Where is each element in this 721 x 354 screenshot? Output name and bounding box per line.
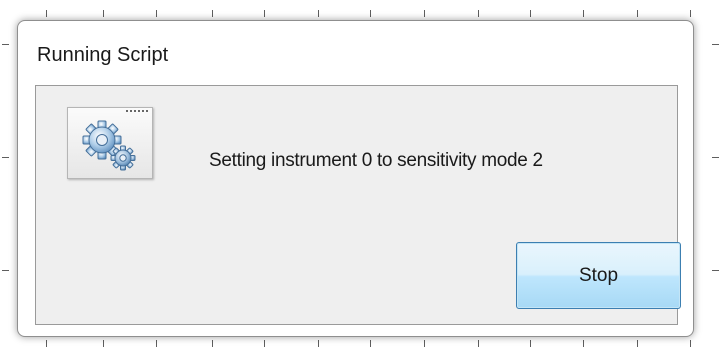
- ruler-tick: [46, 340, 47, 347]
- ruler-tick: [212, 10, 213, 17]
- ruler-tick: [156, 340, 157, 347]
- ruler-tick: [478, 10, 479, 17]
- ruler-tick: [318, 340, 319, 347]
- ruler-tick: [2, 44, 9, 45]
- ruler-tick: [530, 340, 531, 347]
- ruler-tick: [264, 10, 265, 17]
- ruler-tick: [637, 340, 638, 347]
- status-message: Setting instrument 0 to sensitivity mode…: [209, 150, 543, 171]
- ruler-tick: [424, 10, 425, 17]
- ruler-tick: [583, 340, 584, 347]
- ruler-tick: [370, 340, 371, 347]
- ruler-tick: [712, 44, 719, 45]
- dialog-content-panel: Setting instrument 0 to sensitivity mode…: [35, 85, 681, 325]
- ruler-tick: [370, 10, 371, 17]
- ruler-tick: [103, 340, 104, 347]
- ruler-tick: [2, 270, 9, 271]
- ruler-tick: [46, 10, 47, 17]
- ruler-tick: [530, 10, 531, 17]
- gears-icon: [82, 120, 136, 171]
- ruler-tick: [712, 270, 719, 271]
- ruler-tick: [690, 10, 691, 17]
- ruler-tick: [103, 10, 104, 17]
- ruler-tick: [637, 10, 638, 17]
- ruler-tick: [156, 10, 157, 17]
- ruler-tick: [212, 340, 213, 347]
- ruler-tick: [583, 10, 584, 17]
- ruler-tick: [478, 340, 479, 347]
- ruler-tick: [264, 340, 265, 347]
- dialog-title: Running Script: [37, 44, 169, 66]
- icon-frame-dots: [126, 110, 148, 114]
- script-icon-frame: [67, 107, 153, 179]
- ruler-tick: [690, 340, 691, 347]
- ruler-tick: [2, 157, 9, 158]
- ruler-tick: [318, 10, 319, 17]
- ruler-tick: [424, 340, 425, 347]
- running-script-dialog: Running Script Setting instrument 0 to s…: [17, 20, 694, 337]
- ruler-tick: [712, 157, 719, 158]
- stop-button[interactable]: Stop: [516, 242, 681, 309]
